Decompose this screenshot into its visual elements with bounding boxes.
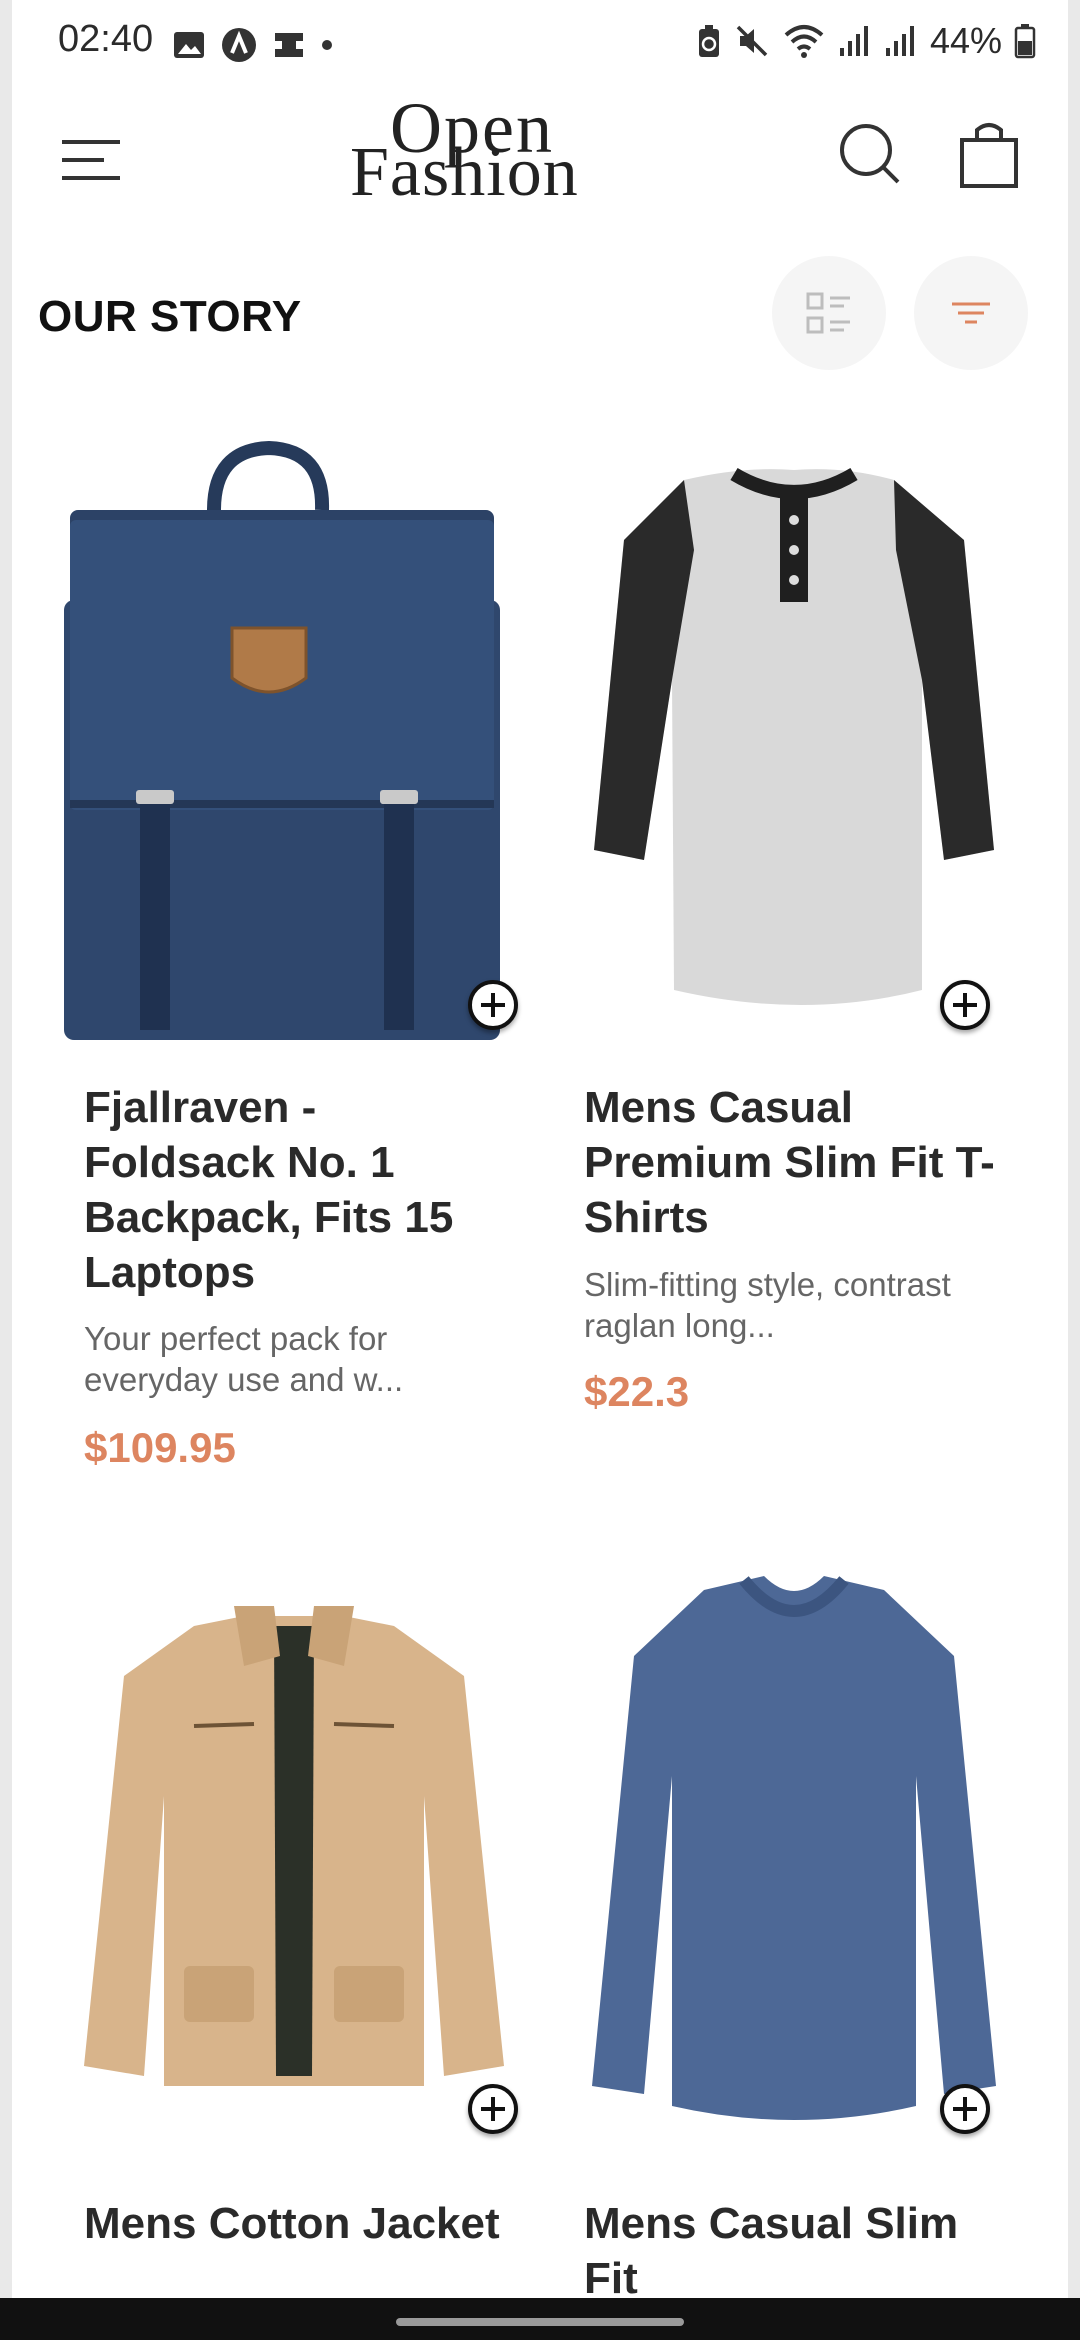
home-gesture-handle[interactable]: [396, 2318, 684, 2326]
signal-icon: [839, 26, 868, 56]
app-header: Open Fashion: [0, 90, 1080, 220]
filter-icon: [952, 302, 990, 324]
status-bar: 02:40 44%: [0, 0, 1080, 90]
menu-button[interactable]: [56, 130, 126, 190]
product-price: $109.95: [84, 1424, 236, 1471]
product-card[interactable]: Fjallraven - Foldsack No. 1 Backpack, Fi…: [44, 430, 544, 1480]
add-to-cart-button[interactable]: [468, 980, 518, 1030]
logo-line-2: Fashion: [350, 134, 579, 211]
filter-button[interactable]: [914, 256, 1028, 370]
product-description: Slim-fitting style, contrast raglan long…: [584, 1266, 951, 1344]
product-image-jacket: [84, 1606, 504, 2086]
app-logo[interactable]: Open Fashion: [330, 92, 630, 210]
section-title: OUR STORY: [38, 292, 302, 341]
screen-edge-right: [1068, 0, 1080, 2340]
product-image-long-sleeve-shirt: [592, 1576, 996, 2120]
status-time: 02:40: [58, 18, 154, 60]
product-card[interactable]: Mens Casual Slim Fit: [544, 1546, 1044, 2303]
product-title: Mens Cotton Jacket: [84, 2199, 500, 2248]
product-card[interactable]: Mens Casual Premium Slim Fit T-Shirts Sl…: [544, 430, 1044, 1480]
app-icon: [222, 28, 256, 62]
search-icon: [840, 124, 900, 184]
battery-percent: 44%: [929, 20, 1002, 61]
wifi-icon: [784, 25, 824, 58]
battery-saver-icon: [698, 25, 719, 57]
battery-icon: [1014, 24, 1036, 59]
mute-icon: [736, 25, 768, 57]
shopping-bag-icon: [960, 123, 1018, 188]
dot-icon: [322, 40, 332, 50]
signal-icon: [885, 26, 914, 56]
search-button[interactable]: [836, 120, 906, 190]
status-left-icons: [172, 26, 334, 64]
shopping-bag-button[interactable]: [954, 118, 1024, 192]
product-title: Mens Casual Premium Slim Fit T-Shirts: [584, 1083, 995, 1242]
product-title: Fjallraven - Foldsack No. 1 Backpack, Fi…: [84, 1083, 454, 1297]
add-to-cart-button[interactable]: [940, 2084, 990, 2134]
view-toggle-button[interactable]: [772, 256, 886, 370]
product-card[interactable]: Mens Cotton Jacket: [44, 1546, 544, 2290]
add-to-cart-button[interactable]: [468, 2084, 518, 2134]
product-image-raglan-shirt: [594, 467, 994, 1006]
product-price: $22.3: [584, 1368, 690, 1415]
add-to-cart-button[interactable]: [940, 980, 990, 1030]
cast-icon: [275, 33, 303, 57]
product-title: Mens Casual Slim Fit: [584, 2199, 959, 2303]
screen-edge-left: [0, 0, 12, 2340]
product-description: Your perfect pack for everyday use and w…: [84, 1320, 404, 1398]
menu-icon: [62, 140, 120, 180]
list-view-icon: [806, 292, 850, 334]
product-image-backpack: [64, 440, 500, 1040]
status-right-icons: 44%: [696, 20, 1036, 62]
image-icon: [174, 32, 204, 58]
